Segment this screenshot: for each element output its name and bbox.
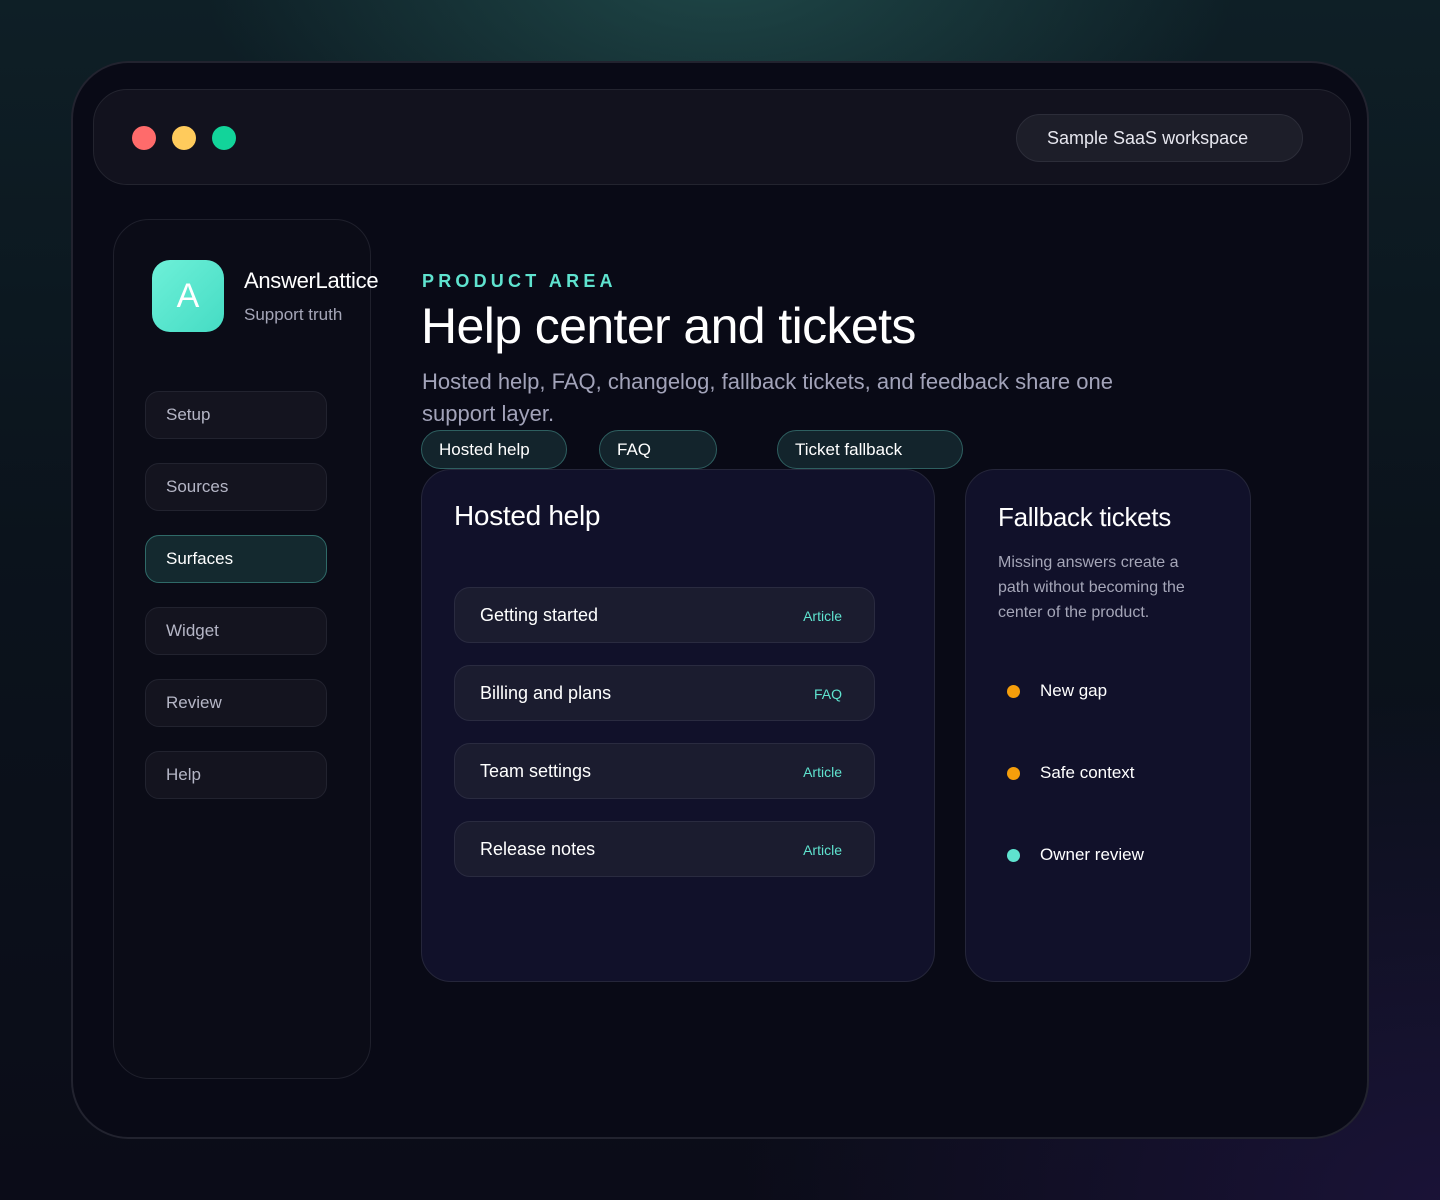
page-description: Hosted help, FAQ, changelog, fallback ti… — [422, 369, 1113, 426]
status-label: New gap — [1040, 681, 1108, 700]
title-bar: Sample SaaS workspace — [93, 89, 1351, 185]
fallback-tickets-description: Missing answers create a path without be… — [998, 554, 1185, 621]
app-window: Sample SaaS workspace A AnswerLattice Su… — [71, 61, 1369, 1139]
sidebar-item-surfaces[interactable]: Surfaces — [145, 535, 327, 583]
list-item[interactable]: Team settings Article — [454, 743, 875, 799]
chip-hosted-help[interactable]: Hosted help — [421, 430, 567, 469]
page-title: Help center and tickets — [421, 298, 916, 354]
window-maximize-dot[interactable] — [212, 126, 236, 150]
brand-logo: A — [152, 260, 224, 332]
fallback-tickets-card: Fallback tickets Missing answers create … — [965, 469, 1251, 982]
brand-name: AnswerLattice — [244, 268, 379, 293]
list-item-tag: Article — [803, 764, 842, 780]
window-close-dot[interactable] — [132, 126, 156, 150]
workspace-selector[interactable]: Sample SaaS workspace — [1016, 114, 1303, 162]
sidebar: A AnswerLattice Support truth Setup Sour… — [113, 219, 379, 1079]
chip-ticket-fallback[interactable]: Ticket fallback — [777, 430, 963, 469]
list-item[interactable]: Billing and plans FAQ — [454, 665, 875, 721]
sidebar-item-widget[interactable]: Widget — [145, 607, 327, 655]
list-item-label: Release notes — [480, 839, 596, 859]
list-item-tag: FAQ — [813, 686, 842, 702]
status-dot-icon — [1007, 767, 1020, 780]
list-item-tag: Article — [803, 842, 842, 858]
list-item[interactable]: Release notes Article — [454, 821, 875, 877]
list-item-label: Billing and plans — [480, 683, 612, 703]
sidebar-item-sources[interactable]: Sources — [145, 463, 327, 511]
fallback-tickets-title: Fallback tickets — [998, 502, 1171, 532]
status-label: Safe context — [1040, 763, 1135, 782]
hosted-help-card: Hosted help Getting started Article Bill… — [421, 469, 935, 982]
status-dot-icon — [1007, 685, 1020, 698]
chip-faq[interactable]: FAQ — [599, 430, 717, 469]
brand-tagline: Support truth — [244, 305, 343, 324]
hosted-help-title: Hosted help — [454, 500, 601, 531]
sidebar-item-help[interactable]: Help — [145, 751, 327, 799]
window-minimize-dot[interactable] — [172, 126, 196, 150]
sidebar-item-setup[interactable]: Setup — [145, 391, 327, 439]
section-eyebrow: PRODUCT AREA — [422, 271, 617, 291]
status-label: Owner review — [1040, 845, 1144, 864]
list-item-label: Getting started — [480, 605, 599, 625]
status-dot-icon — [1007, 849, 1020, 862]
list-item[interactable]: Getting started Article — [454, 587, 875, 643]
list-item-label: Team settings — [480, 761, 592, 781]
sidebar-item-review[interactable]: Review — [145, 679, 327, 727]
list-item-tag: Article — [803, 608, 842, 624]
